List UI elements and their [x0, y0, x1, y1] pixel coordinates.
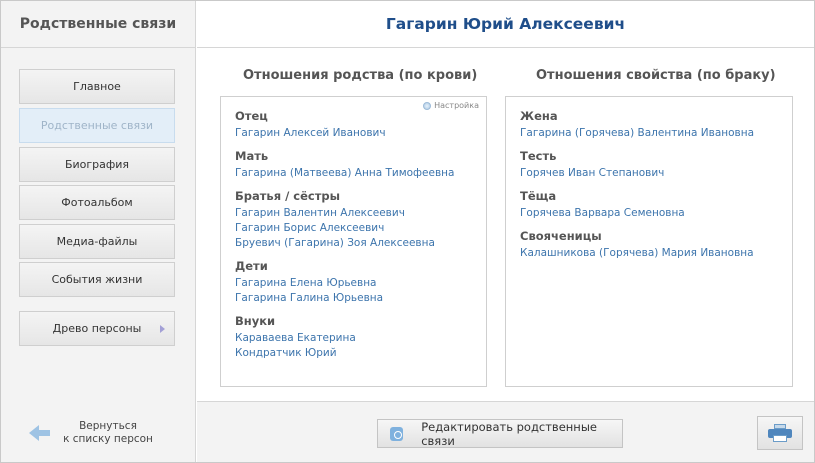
person-link[interactable]: Кондратчик Юрий — [235, 346, 472, 361]
edit-link-icon — [390, 426, 404, 441]
back-label: Вернуться к списку персон — [63, 420, 153, 446]
person-link[interactable]: Гагарин Борис Алексеевич — [235, 221, 472, 236]
settings-label: Настройка — [434, 101, 479, 110]
person-link[interactable]: Гагарин Валентин Алексеевич — [235, 206, 472, 221]
group-label-siblings: Братья / сёстры — [235, 189, 341, 203]
person-header: Гагарин Юрий Алексеевич — [197, 1, 814, 48]
edit-relations-button[interactable]: Редактировать родственные связи — [377, 419, 623, 448]
person-link[interactable]: Гагарина (Горячева) Валентина Ивановна — [520, 126, 778, 141]
person-name: Гагарин Юрий Алексеевич — [385, 15, 626, 33]
nav-media-button[interactable]: Медиа-файлы — [19, 224, 175, 259]
edit-relations-label: Редактировать родственные связи — [421, 419, 597, 448]
person-link[interactable]: Горячев Иван Степанович — [520, 166, 778, 181]
nav-main-button[interactable]: Главное — [19, 69, 175, 104]
person-link[interactable]: Гагарин Алексей Иванович — [235, 126, 472, 141]
print-button[interactable] — [757, 416, 803, 450]
nav-photoalbum-button[interactable]: Фотоальбом — [19, 185, 175, 220]
nav-tree-label: Древо персоны — [52, 322, 142, 335]
nav-events-button[interactable]: События жизни — [19, 262, 175, 297]
chevron-right-icon — [160, 325, 165, 333]
group-label-mother: Мать — [235, 149, 269, 163]
person-link[interactable]: Калашникова (Горячева) Мария Ивановна — [520, 246, 778, 261]
nav-relations-button[interactable]: Родственные связи — [19, 108, 175, 143]
nav-biography-button[interactable]: Биография — [19, 147, 175, 182]
person-link[interactable]: Гагарина Галина Юрьевна — [235, 291, 472, 306]
marriage-relations-panel: Жена Гагарина (Горячева) Валентина Ивано… — [505, 96, 793, 387]
group-label-wife: Жена — [520, 109, 558, 123]
group-label-grandchildren: Внуки — [235, 314, 276, 328]
group-label-children: Дети — [235, 259, 268, 273]
printer-icon — [768, 424, 792, 442]
arrow-left-icon — [29, 423, 51, 443]
settings-icon — [423, 101, 432, 110]
sidebar-header: Родственные связи — [1, 1, 195, 48]
person-link[interactable]: Караваева Екатерина — [235, 331, 472, 346]
back-label-line1: Вернуться — [79, 420, 137, 432]
back-label-line2: к списку персон — [63, 433, 153, 445]
person-link[interactable]: Гагарина Елена Юрьевна — [235, 276, 472, 291]
person-link[interactable]: Бруевич (Гагарина) Зоя Алексеевна — [235, 236, 472, 251]
group-label-mother-in-law: Тёща — [520, 189, 557, 203]
group-label-sisters-in-law: Свояченицы — [520, 229, 602, 243]
sidebar-title: Родственные связи — [19, 16, 177, 32]
settings-link[interactable]: Настройка — [423, 101, 479, 110]
marriage-relations-title: Отношения свойства (по браку) — [536, 68, 776, 83]
back-to-list-button[interactable]: Вернуться к списку персон — [29, 415, 179, 451]
sidebar: Родственные связи Главное Родственные св… — [1, 1, 196, 462]
blood-relations-title: Отношения родства (по крови) — [243, 68, 478, 83]
blood-relations-panel: Настройка Отец Гагарин Алексей Иванович … — [220, 96, 487, 387]
group-label-father-in-law: Тесть — [520, 149, 557, 163]
person-link[interactable]: Гагарина (Матвеева) Анна Тимофеевна — [235, 166, 472, 181]
group-label-father: Отец — [235, 109, 268, 123]
footer-bar: Редактировать родственные связи — [197, 401, 814, 462]
person-link[interactable]: Горячева Варвара Семеновна — [520, 206, 778, 221]
nav-tree-button[interactable]: Древо персоны — [19, 311, 175, 346]
